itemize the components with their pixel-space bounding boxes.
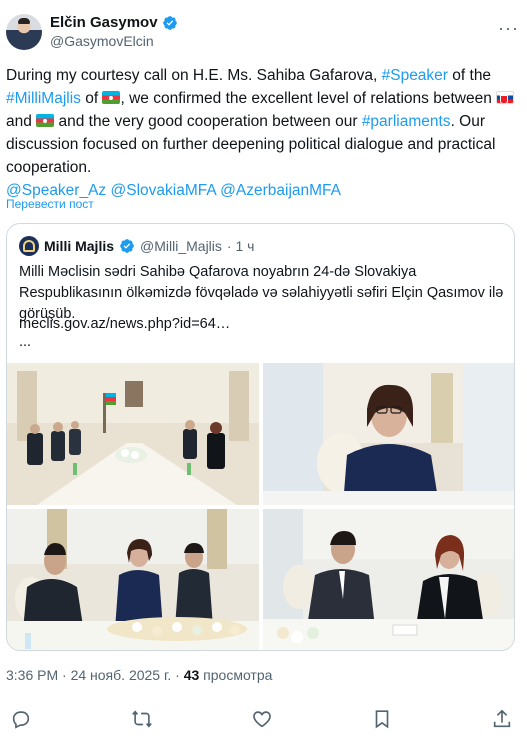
post-text-segment: During my courtesy call on H.E. Ms. Sahi… [6,67,382,84]
verified-badge-icon [120,239,134,253]
meeting-photo-1[interactable] [7,363,259,505]
quoted-post-header: Milli Majlis @Milli_Majlis · 1 ч [19,236,254,256]
quoted-post-ellipsis: ... [19,334,32,350]
post-text-segment: of [80,90,103,107]
views-label: просмотра [199,667,273,683]
meeting-photo-4[interactable] [263,509,514,650]
photo-grid [7,363,514,650]
hashtag-speaker[interactable]: #Speaker [382,67,448,84]
translate-post-link[interactable]: Перевести пост [6,197,94,211]
bookmark-icon[interactable] [371,708,393,730]
author-name[interactable]: Elčin Gasymov [50,14,158,31]
author-handle[interactable]: @GasymovElcin [50,33,154,49]
post-meta: 3:36 PM · 24 нояб. 2025 г. · 43 просмотр… [6,667,272,683]
verified-badge-icon [162,15,177,30]
post-text: During my courtesy call on H.E. Ms. Sahi… [6,64,518,202]
slovakia-flag-icon [496,91,515,104]
post-text-segment: and [6,113,37,130]
author-avatar[interactable] [6,14,42,50]
author-name-row: Elčin Gasymov [50,14,178,31]
quoted-post-time: · 1 ч [226,238,255,254]
post-text-segment: of the [447,67,492,84]
views-count: 43 [183,667,200,683]
reply-icon[interactable] [10,708,32,730]
post-header: Elčin Gasymov @GasymovElcin ··· [6,8,521,52]
post-text-segment: , we confirmed the excellent level of re… [120,90,497,107]
azerbaijan-flag-icon [102,91,121,104]
mention-slovakia-mfa[interactable]: @SlovakiaMFA [111,182,216,199]
quoted-author-avatar [19,236,39,256]
azerbaijan-flag-icon [36,114,55,127]
meeting-photo-3[interactable] [7,509,259,650]
share-icon[interactable] [491,708,513,730]
like-icon[interactable] [251,708,273,730]
post-text-segment: and the very good cooperation between ou… [54,113,362,130]
mention-azerbaijan-mfa[interactable]: @AzerbaijanMFA [220,182,341,199]
more-icon[interactable]: ··· [498,18,519,39]
quoted-post-link[interactable]: meclis.gov.az/news.php?id=64… [19,316,230,332]
meeting-photo-2[interactable] [263,363,514,505]
quoted-author-handle: @Milli_Majlis [140,238,222,254]
action-bar [10,708,515,732]
quoted-author-name: Milli Majlis [44,238,115,254]
post-timestamp[interactable]: 3:36 PM · 24 нояб. 2025 г. · [6,667,184,683]
hashtag-millimajlis[interactable]: #MilliMajlis [6,90,81,107]
hashtag-parliaments[interactable]: #parliaments [362,113,451,130]
quoted-post[interactable]: Milli Majlis @Milli_Majlis · 1 ч Milli M… [6,223,515,651]
retweet-icon[interactable] [131,708,153,730]
